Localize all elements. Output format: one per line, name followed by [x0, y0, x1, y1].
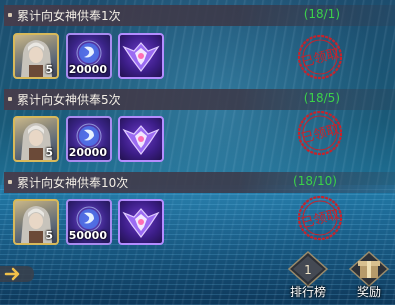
- reward-crystal[interactable]: 20000: [66, 116, 112, 162]
- quest-title: 累计向女神供奉1次: [17, 9, 121, 23]
- quest-progress: (18/5): [303, 91, 340, 105]
- quest-title: 累计向女神供奉5次: [17, 93, 121, 107]
- quest-row: 累计向女神供奉10次 (18/10) 5 50000 已领取: [0, 172, 395, 252]
- ranking-label: 排行榜: [289, 285, 326, 299]
- quest-progress: (18/10): [293, 174, 337, 188]
- reward-crystal[interactable]: 50000: [66, 199, 112, 245]
- reward-label: 奖励: [356, 285, 381, 299]
- reward-hero-card[interactable]: 5: [13, 199, 59, 245]
- bullet-icon: [8, 180, 12, 184]
- reward-emblem[interactable]: [118, 199, 164, 245]
- quest-progress: (18/1): [303, 7, 340, 21]
- quest-header: 累计向女神供奉5次 (18/5): [4, 89, 395, 110]
- ranking-badge: 1: [304, 263, 312, 277]
- back-arrow-icon: [0, 266, 34, 282]
- reward-quantity: 5: [45, 63, 53, 76]
- claimed-label: 已领取: [300, 207, 342, 232]
- reward-hero-card[interactable]: 5: [13, 33, 59, 79]
- back-button[interactable]: [0, 262, 40, 286]
- claimed-stamp: 已领取: [297, 195, 343, 241]
- reward-quantity: 5: [45, 146, 53, 159]
- shield-emblem-icon: [122, 125, 160, 155]
- reward-emblem[interactable]: [118, 116, 164, 162]
- claimed-stamp: 已领取: [297, 110, 343, 156]
- claimed-stamp: 已领取: [297, 34, 343, 80]
- shield-emblem-icon: [122, 208, 160, 238]
- bullet-icon: [8, 97, 12, 101]
- quest-title: 累计向女神供奉10次: [17, 176, 129, 190]
- reward-crystal[interactable]: 20000: [66, 33, 112, 79]
- reward-quantity: 20000: [68, 63, 107, 76]
- reward-quantity: 20000: [68, 146, 107, 159]
- quest-row: 累计向女神供奉1次 (18/1) 5 20000 已领取: [0, 5, 395, 89]
- reward-hero-card[interactable]: 5: [13, 116, 59, 162]
- claimed-label: 已领取: [300, 122, 342, 147]
- reward-quantity: 5: [45, 229, 53, 242]
- reward-button[interactable]: 奖励: [346, 250, 392, 300]
- quest-row: 累计向女神供奉5次 (18/5) 5 20000 已领取: [0, 89, 395, 173]
- quest-header: 累计向女神供奉1次 (18/1): [4, 5, 395, 26]
- reward-quantity: 50000: [68, 229, 107, 242]
- shield-emblem-icon: [122, 42, 160, 72]
- reward-emblem[interactable]: [118, 33, 164, 79]
- claimed-label: 已领取: [300, 46, 342, 71]
- bullet-icon: [8, 13, 12, 17]
- ranking-button[interactable]: 1 排行榜: [285, 250, 331, 300]
- quest-header: 累计向女神供奉10次 (18/10): [4, 172, 395, 193]
